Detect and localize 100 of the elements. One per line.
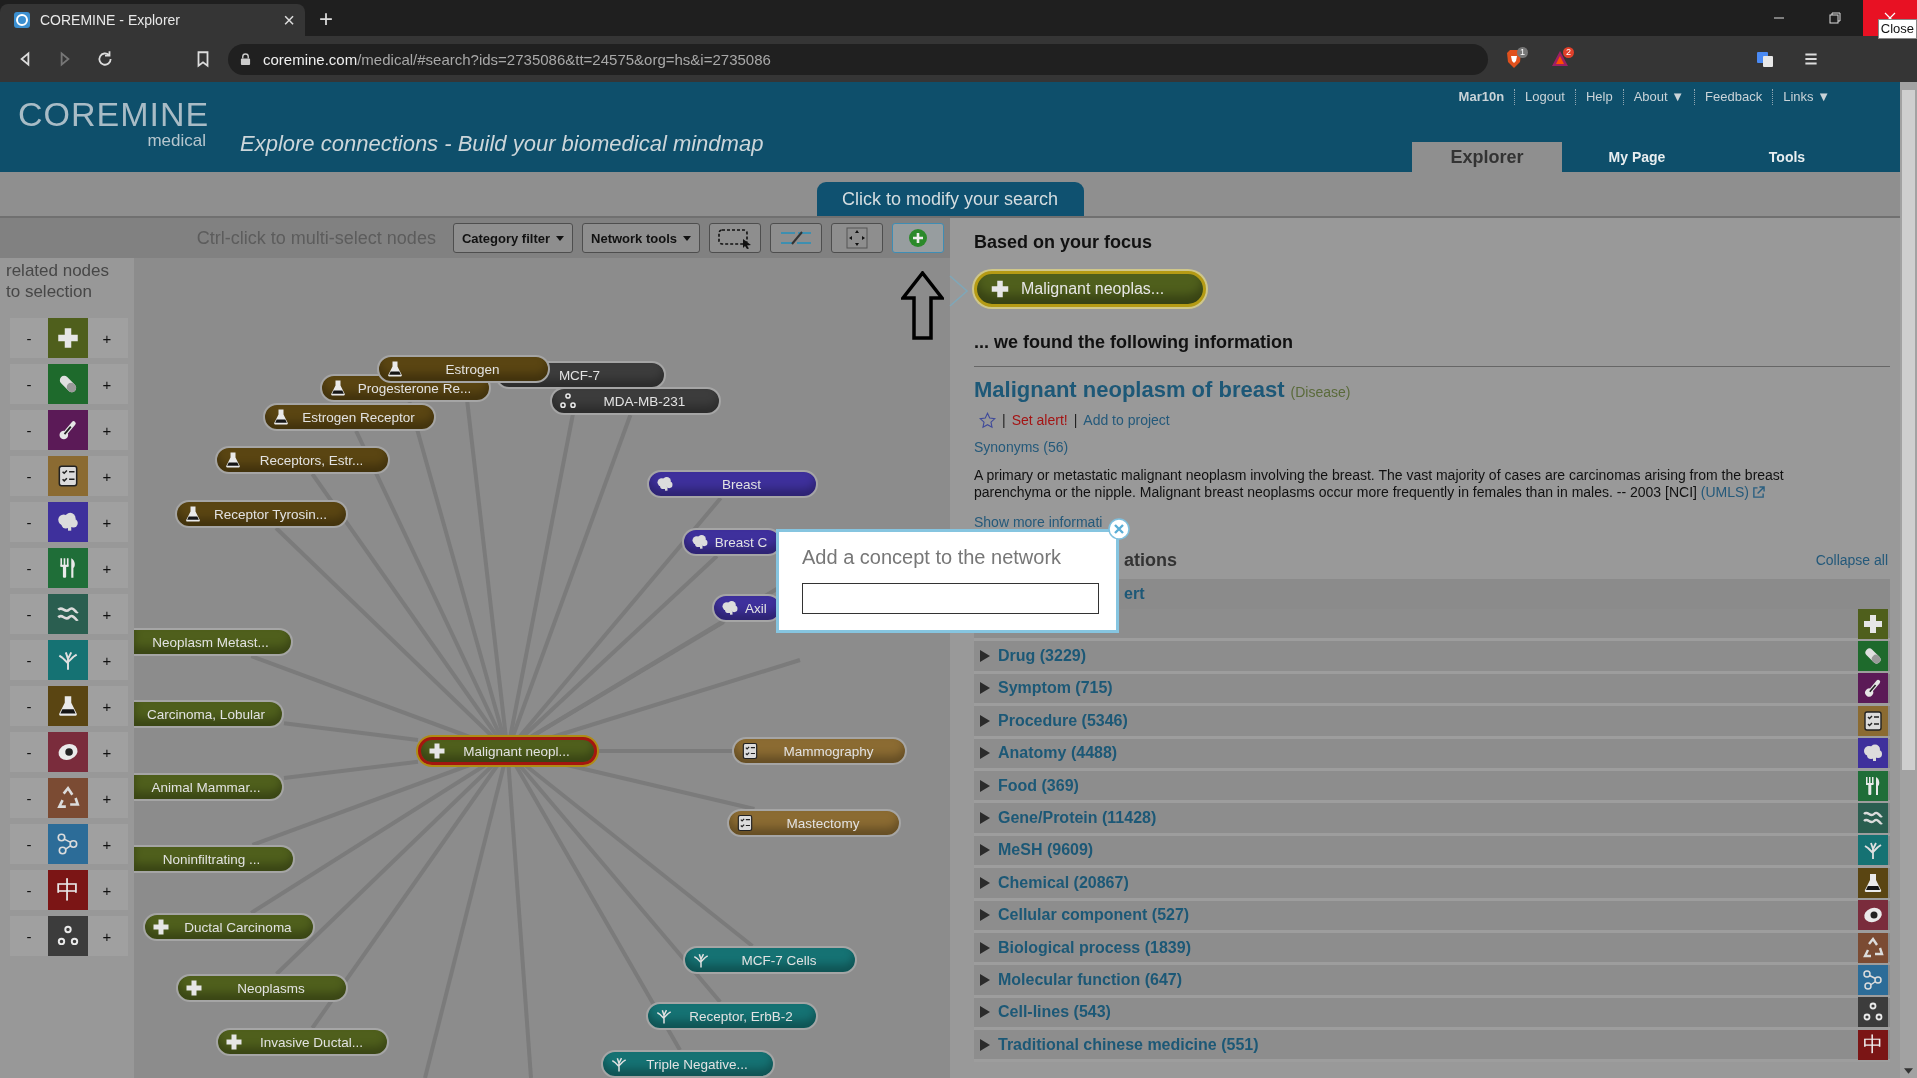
network-node[interactable]: Mammography [732,737,907,765]
expand-arrow-icon[interactable] [980,747,990,760]
translate-icon[interactable] [1756,50,1774,68]
network-node[interactable]: MCF-7 Cells [683,946,857,974]
category-button[interactable]: 中 [48,870,88,910]
remove-button[interactable]: - [10,364,48,404]
concept-input-field[interactable] [802,583,1099,614]
external-link-icon[interactable] [1752,486,1766,499]
add-button[interactable]: + [88,640,126,680]
network-node[interactable]: Neoplasms [176,974,348,1002]
reload-icon[interactable] [96,50,114,68]
header-link[interactable]: Feedback [1694,89,1773,105]
close-tab-button[interactable]: × [283,10,295,30]
scrollbar-thumb[interactable] [1902,90,1915,770]
expand-arrow-icon[interactable] [980,1006,990,1019]
network-node[interactable]: MDA-MB-231 [550,387,721,415]
remove-button[interactable]: - [10,686,48,726]
remove-button[interactable]: - [10,410,48,450]
category-button[interactable] [48,732,88,772]
focus-node[interactable]: Malignant neoplas... [974,271,1206,307]
header-link[interactable]: About ▼ [1622,89,1695,105]
add-button[interactable]: + [88,594,126,634]
network-node[interactable]: Breast [647,470,818,498]
tool-button[interactable] [770,223,822,253]
modify-search-tab[interactable]: Click to modify your search [816,182,1084,216]
expand-arrow-icon[interactable] [980,876,990,889]
close-icon[interactable] [1108,518,1130,540]
dropdown-button[interactable]: Category filter [452,223,574,253]
network-node[interactable]: Malignant neopl... [418,737,597,765]
add-button[interactable]: + [88,318,126,358]
expand-arrow-icon[interactable] [980,974,990,986]
nav-tab[interactable]: Explorer [1412,142,1562,172]
network-node[interactable]: Receptor Tyrosin... [175,500,348,528]
category-button[interactable] [48,410,88,450]
add-button[interactable]: + [88,502,126,542]
add-button[interactable]: + [88,410,126,450]
remove-button[interactable]: - [10,778,48,818]
network-node[interactable]: Mastectomy [727,809,901,837]
tool-button[interactable] [709,223,761,253]
expand-arrow-icon[interactable] [980,844,990,857]
remove-button[interactable]: - [10,456,48,496]
add-button[interactable]: + [88,732,126,772]
network-node[interactable]: Invasive Ductal... [216,1028,389,1056]
add-button[interactable]: + [88,364,126,404]
tool-button[interactable] [892,223,944,253]
remove-button[interactable]: - [10,502,48,542]
add-button[interactable]: + [88,686,126,726]
nav-tab[interactable]: Tools [1712,142,1862,172]
star-icon[interactable] [979,411,996,429]
category-button[interactable] [48,916,88,956]
new-tab-button[interactable]: + [319,4,333,36]
header-link[interactable]: Logout [1514,89,1575,105]
expand-arrow-icon[interactable] [980,650,990,663]
header-link[interactable]: Links ▼ [1772,89,1840,105]
network-node[interactable]: Receptors, Estr... [215,446,390,474]
browser-tab[interactable]: COREMINE - Explorer × [0,4,305,36]
add-button[interactable]: + [88,778,126,818]
category-button[interactable] [48,502,88,542]
network-node[interactable]: Neoplasm Metast... [134,628,293,656]
restore-icon[interactable] [1829,12,1841,24]
nav-tab[interactable]: My Page [1562,142,1712,172]
scroll-down-icon[interactable] [1904,1068,1913,1074]
description-text: A primary or metastatic malignant neoplasm involving the breast. The vast majority of cases are carcinomas arising from the breast parenchyma or the nipple. Malignant breast neoplasms occur more frequently in females than in males. -- 2003 [NCI] (UMLS) [974,467,1785,501]
expand-arrow-icon[interactable] [980,779,990,792]
network-node[interactable]: Carcinoma, Lobular [134,700,284,728]
remove-button[interactable]: - [10,318,48,358]
remove-button[interactable]: - [10,548,48,588]
expand-arrow-icon[interactable] [980,682,990,695]
network-node[interactable]: Animal Mammar... [134,773,284,801]
network-node[interactable]: Receptor, ErbB-2 [646,1002,818,1030]
remove-button[interactable]: - [10,916,48,956]
expand-arrow-icon[interactable] [980,941,990,954]
network-node[interactable]: Noninfiltrating ... [134,845,295,873]
category-button[interactable] [48,686,88,726]
network-node[interactable]: Estrogen [377,355,550,383]
remove-button[interactable]: - [10,870,48,910]
category-button[interactable] [48,456,88,496]
dropdown-button[interactable]: Network tools [582,223,700,253]
add-button[interactable]: + [88,870,126,910]
expand-arrow-icon[interactable] [980,1038,990,1051]
add-button[interactable]: + [88,824,126,864]
tool-button[interactable] [831,223,883,253]
remove-button[interactable]: - [10,824,48,864]
expand-arrow-icon[interactable] [980,812,990,825]
user-link[interactable]: Mar10n [1448,89,1515,105]
network-node[interactable]: Ductal Carcinoma [143,913,315,941]
network-node[interactable]: Triple Negative... [601,1050,775,1078]
logo-text[interactable]: COREMINE [18,96,208,132]
add-button[interactable]: + [88,916,126,956]
add-button[interactable]: + [88,548,126,588]
address-field[interactable]: coremine.com/medical/#search?ids=2735086&tt=24575&org=hs&i=2735086 [228,43,1488,75]
add-button[interactable]: + [88,456,126,496]
remove-button[interactable]: - [10,732,48,772]
header-link[interactable]: Help [1574,89,1623,105]
scrollbar[interactable] [1900,82,1917,1078]
expand-arrow-icon[interactable] [980,909,990,922]
network-node[interactable]: Estrogen Receptor [263,403,436,431]
remove-button[interactable]: - [10,594,48,634]
remove-button[interactable]: - [10,640,48,680]
expand-arrow-icon[interactable] [980,714,990,727]
